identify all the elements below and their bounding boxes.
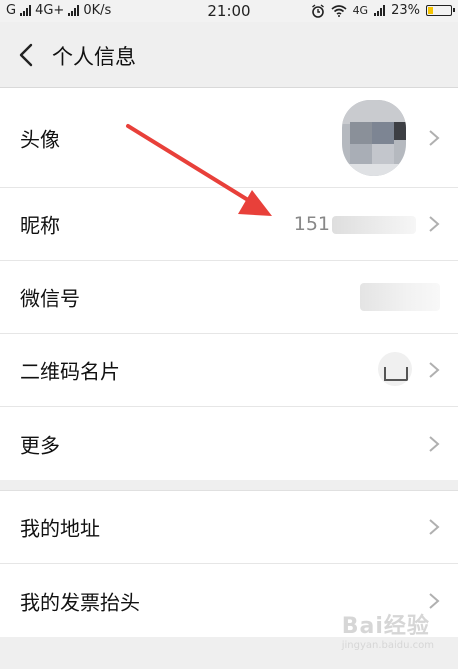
- watermark-logo: Bai经验 jingyan.baidu.com: [342, 608, 434, 651]
- wechat-id-row[interactable]: 微信号: [0, 261, 458, 334]
- chevron-left-icon[interactable]: [16, 42, 38, 68]
- network-type-label: 4G: [352, 4, 369, 17]
- row-label: 微信号: [20, 286, 80, 311]
- wifi-icon: [331, 4, 347, 17]
- alarm-icon: [311, 3, 324, 18]
- more-row[interactable]: 更多: [0, 407, 458, 480]
- row-label: 二维码名片: [20, 359, 120, 384]
- watermark-subtext: jingyan.baidu.com: [341, 640, 434, 651]
- chevron-right-icon: [429, 435, 440, 452]
- battery-icon: [426, 5, 455, 16]
- chevron-right-icon: [429, 129, 440, 146]
- qr-code-icon: [378, 352, 412, 386]
- address-row[interactable]: 我的地址: [0, 491, 458, 564]
- chevron-right-icon: [429, 592, 440, 609]
- row-label: 我的发票抬头: [20, 590, 140, 614]
- status-bar: G 4G+ 0K/s 21:00 4G 23%: [0, 0, 458, 22]
- chevron-right-icon: [429, 519, 440, 535]
- clock: 21:00: [207, 2, 251, 20]
- watermark-text: Bai经验: [341, 614, 430, 639]
- page-title: 个人信息: [52, 45, 136, 69]
- row-label: 更多: [20, 433, 60, 457]
- battery-percent: 23%: [391, 3, 420, 18]
- qr-code-row[interactable]: 二维码名片: [0, 334, 458, 407]
- nickname-value: 151: [294, 213, 416, 235]
- chevron-right-icon: [429, 216, 440, 232]
- chevron-right-icon: [429, 362, 440, 378]
- row-label: 头像: [20, 127, 60, 151]
- annotation-arrow: [126, 124, 272, 216]
- wechat-id-value: [360, 283, 440, 311]
- row-label: 昵称: [20, 213, 60, 238]
- avatar: [342, 100, 406, 176]
- nav-bar: 个人信息: [0, 22, 458, 88]
- row-label: 我的地址: [20, 516, 100, 541]
- signal-icon: [374, 5, 386, 16]
